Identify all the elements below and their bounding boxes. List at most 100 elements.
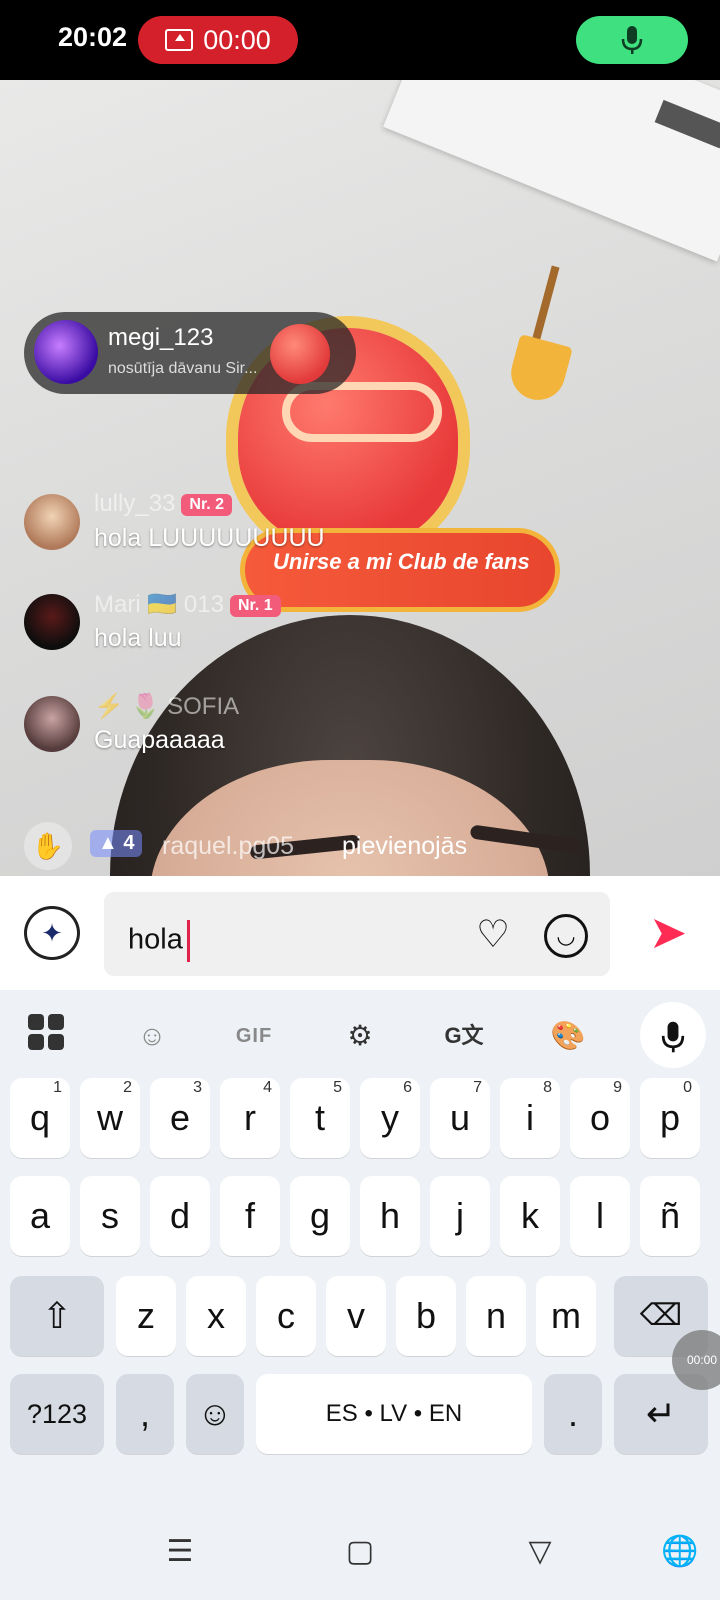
comment-username-row: Mari 🇺🇦 013 Nr. 1 (94, 590, 281, 619)
comment-text: Guapaaaaa (94, 726, 225, 754)
gift-heart-icon (270, 324, 330, 384)
key-label: o (589, 1097, 611, 1138)
screen-record-pill[interactable]: 00:00 (138, 16, 298, 64)
key-label: i (526, 1097, 534, 1138)
space-key[interactable]: ES • LV • EN (256, 1374, 532, 1454)
key-o[interactable]: o9 (570, 1078, 630, 1158)
comment-item[interactable]: Mari 🇺🇦 013 Nr. 1 hola luu (24, 591, 644, 658)
symbols-key[interactable]: ?123 (10, 1374, 104, 1454)
key-p[interactable]: p0 (640, 1078, 700, 1158)
key-f[interactable]: f (220, 1176, 280, 1256)
record-timer: 00:00 (203, 24, 271, 55)
comment-item[interactable]: ⚡ 🌷 SOFIA Guapaaaaa (24, 693, 644, 760)
mic-indicator[interactable] (576, 16, 688, 64)
comment-input-text-wrap: hola (128, 920, 190, 962)
apps-grid-icon[interactable] (22, 1012, 70, 1060)
key-ñ[interactable]: ñ (640, 1176, 700, 1256)
live-video[interactable]: Unirse a mi Club de fans megi_123 nosūtī… (0, 80, 720, 876)
comment-input-value: hola (128, 923, 183, 956)
join-notification: ✋ ▲ 4 raquel.pg05 pievienojās (24, 822, 624, 872)
keyboard-toolbar: ☺ GIF ⚙ G文 🎨 (0, 990, 720, 1080)
comment-input[interactable]: hola ♡ ◡ (104, 892, 610, 976)
join-username: raquel.pg05 (162, 832, 295, 860)
key-t[interactable]: t5 (290, 1078, 350, 1158)
key-q[interactable]: q1 (10, 1078, 70, 1158)
key-w[interactable]: w2 (80, 1078, 140, 1158)
key-m[interactable]: m (536, 1276, 596, 1356)
key-hint: 3 (193, 1079, 202, 1096)
gear-icon[interactable]: ⚙ (336, 1012, 384, 1060)
avatar (24, 494, 80, 550)
voice-input-icon[interactable] (640, 1002, 706, 1068)
gift-username: megi_123 (108, 324, 214, 351)
key-k[interactable]: k (500, 1176, 560, 1256)
key-l[interactable]: l (570, 1176, 630, 1256)
key-hint: 6 (403, 1079, 412, 1096)
key-y[interactable]: y6 (360, 1078, 420, 1158)
key-label: q (29, 1097, 51, 1138)
key-hint: 5 (333, 1079, 342, 1096)
key-n[interactable]: n (466, 1276, 526, 1356)
sticker-icon[interactable]: ☺ (128, 1012, 176, 1060)
key-hint: 8 (543, 1079, 552, 1096)
home-square-icon[interactable]: ▢ (340, 1532, 380, 1572)
heart-icon[interactable]: ♡ (470, 912, 516, 958)
globe-icon[interactable]: 🌐 (660, 1532, 700, 1572)
key-hint: 9 (613, 1079, 622, 1096)
comment-text: hola luu (94, 624, 182, 652)
text-caret (186, 920, 190, 962)
broom-icon (505, 334, 573, 406)
fan-rank-badge: Nr. 2 (181, 493, 233, 516)
period-key[interactable]: . (544, 1374, 602, 1454)
key-label: t (314, 1097, 325, 1138)
comma-key[interactable]: , (116, 1374, 174, 1454)
key-c[interactable]: c (256, 1276, 316, 1356)
key-d[interactable]: d (150, 1176, 210, 1256)
status-time: 20:02 (58, 22, 128, 52)
key-j[interactable]: j (430, 1176, 490, 1256)
key-x[interactable]: x (186, 1276, 246, 1356)
comment-text: hola LUUUUUUUUU (94, 524, 325, 552)
gift-banner[interactable]: megi_123 nosūtīja dāvanu Sir... (24, 312, 356, 394)
level-number: 4 (123, 832, 135, 854)
comment-username: ⚡ 🌷 SOFIA (94, 693, 240, 720)
comment-item[interactable]: lully_33 Nr. 2 hola LUUUUUUUUU (24, 490, 644, 558)
voice-mic-svg (661, 1021, 685, 1052)
key-hint: 7 (473, 1079, 482, 1096)
emoji-key-icon[interactable]: ☺ (186, 1374, 244, 1454)
chat-bar: ✦ hola ♡ ◡ ➤ (0, 876, 720, 990)
key-hint: 4 (263, 1079, 272, 1096)
key-i[interactable]: i8 (500, 1078, 560, 1158)
key-hint: 0 (683, 1079, 692, 1096)
comment-username: lully_33 (94, 490, 176, 517)
key-label: y (381, 1097, 399, 1138)
menu-icon[interactable]: ☰ (160, 1532, 200, 1572)
key-label: e (169, 1097, 191, 1138)
key-r[interactable]: r4 (220, 1078, 280, 1158)
avatar (34, 320, 98, 384)
key-s[interactable]: s (80, 1176, 140, 1256)
key-g[interactable]: g (290, 1176, 350, 1256)
key-label: w (97, 1097, 123, 1138)
key-label: r (244, 1097, 256, 1138)
key-h[interactable]: h (360, 1176, 420, 1256)
key-hint: 2 (123, 1079, 132, 1096)
gift-subtitle: nosūtīja dāvanu Sir... (108, 360, 258, 377)
send-icon[interactable]: ➤ (640, 904, 696, 960)
back-triangle-icon[interactable]: ▽ (520, 1532, 560, 1572)
background-object (383, 80, 720, 262)
key-v[interactable]: v (326, 1276, 386, 1356)
key-e[interactable]: e3 (150, 1078, 210, 1158)
key-label: u (449, 1097, 471, 1138)
key-a[interactable]: a (10, 1176, 70, 1256)
sparkle-icon[interactable]: ✦ (24, 906, 80, 960)
key-label: p (659, 1097, 681, 1138)
comment-username-row: ⚡ 🌷 SOFIA (94, 692, 239, 721)
shift-key[interactable]: ⇧ (10, 1276, 104, 1356)
key-z[interactable]: z (116, 1276, 176, 1356)
comment-username-row: lully_33 Nr. 2 (94, 490, 233, 518)
key-b[interactable]: b (396, 1276, 456, 1356)
navigation-bar: ☰ ▢ ▽ 🌐 (0, 1500, 720, 1600)
key-u[interactable]: u7 (430, 1078, 490, 1158)
emoji-icon[interactable]: ◡ (544, 914, 588, 958)
